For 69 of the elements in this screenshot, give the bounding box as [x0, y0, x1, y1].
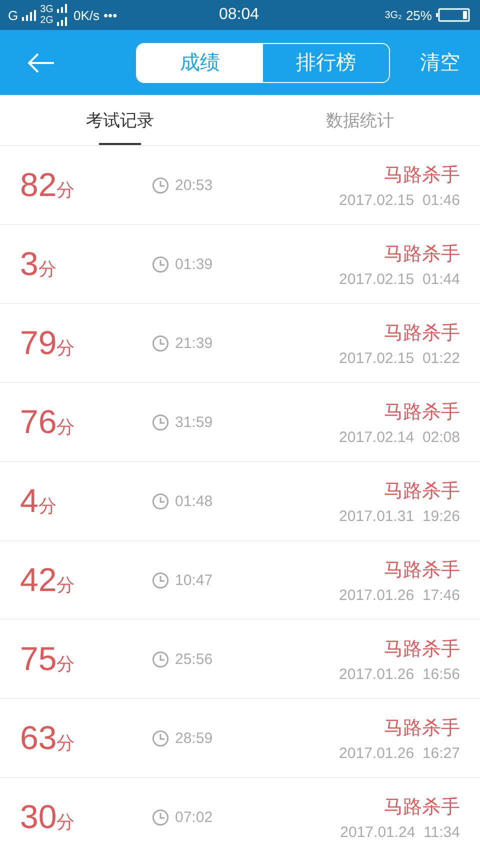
score-value: 75 — [20, 640, 57, 678]
duration-text: 20:53 — [175, 176, 213, 194]
battery-icon — [436, 8, 470, 22]
clock-icon — [152, 650, 169, 668]
score-unit: 分 — [56, 732, 75, 755]
record-title: 马路杀手 — [384, 400, 460, 424]
score-value: 76 — [20, 403, 57, 441]
back-icon[interactable] — [26, 52, 56, 74]
record-date: 2017.02.15 01:44 — [339, 270, 460, 288]
score-value: 63 — [20, 719, 57, 757]
record-title: 马路杀手 — [384, 716, 460, 740]
record-date: 2017.01.24 11:34 — [340, 824, 460, 840]
record-date: 2017.02.14 02:08 — [339, 428, 460, 446]
score-value: 42 — [20, 561, 57, 599]
clock-icon — [152, 256, 169, 272]
record-date: 2017.01.26 17:46 — [339, 586, 460, 604]
more-indicator: ••• — [103, 8, 118, 22]
network-label: G — [8, 8, 18, 22]
score-unit: 分 — [38, 495, 56, 518]
segment-tab[interactable]: 成绩 — [137, 44, 263, 82]
clock-icon — [152, 808, 169, 826]
segment-tab[interactable]: 排行榜 — [263, 44, 389, 82]
network-label: 3G — [40, 4, 54, 15]
score-unit: 分 — [56, 416, 75, 439]
record-title: 马路杀手 — [384, 558, 460, 582]
score-value: 30 — [20, 798, 57, 836]
duration-text: 01:39 — [175, 256, 213, 272]
duration-text: 28:59 — [175, 730, 213, 746]
duration-text: 01:48 — [175, 492, 213, 510]
clear-button[interactable]: 清空 — [420, 49, 460, 76]
clock-icon — [152, 176, 169, 194]
duration-text: 10:47 — [175, 572, 213, 588]
duration-text: 21:39 — [175, 334, 213, 352]
score-unit: 分 — [38, 258, 56, 281]
record-title: 马路杀手 — [384, 794, 460, 820]
score-unit: 分 — [56, 574, 75, 597]
score-unit: 分 — [56, 179, 75, 202]
score-value: 3 — [20, 245, 38, 283]
clock-icon — [152, 334, 169, 352]
network-speed: 0K/s — [73, 8, 100, 22]
score-unit: 分 — [56, 653, 75, 676]
record-date: 2017.02.15 01:22 — [339, 350, 460, 366]
record-date: 2017.01.26 16:27 — [339, 744, 460, 762]
score-value: 79 — [20, 324, 57, 362]
record-title: 马路杀手 — [384, 320, 460, 346]
network-label: 2G — [40, 15, 54, 26]
record-title: 马路杀手 — [384, 242, 460, 266]
clock-icon — [152, 492, 169, 510]
record-date: 2017.01.26 16:56 — [339, 666, 460, 682]
battery-percent: 25% — [406, 8, 432, 22]
network-label: 3G₂ — [384, 10, 402, 20]
duration-text: 25:56 — [175, 650, 213, 668]
score-value: 4 — [20, 482, 38, 520]
duration-text: 07:02 — [175, 808, 213, 826]
record-title: 马路杀手 — [384, 478, 460, 504]
record-title: 马路杀手 — [384, 162, 460, 188]
clock-icon — [152, 572, 169, 588]
score-unit: 分 — [56, 811, 75, 834]
record-date: 2017.02.15 01:46 — [339, 192, 460, 208]
duration-text: 31:59 — [175, 414, 213, 430]
signal-icon — [22, 10, 36, 20]
clock-icon — [152, 730, 169, 746]
score-value: 82 — [20, 166, 57, 204]
record-title: 马路杀手 — [384, 636, 460, 662]
signal-icon — [57, 3, 70, 27]
score-unit: 分 — [56, 337, 75, 360]
clock-icon — [152, 414, 169, 430]
record-date: 2017.01.31 19:26 — [339, 508, 460, 524]
clock: 08:04 — [218, 6, 260, 24]
